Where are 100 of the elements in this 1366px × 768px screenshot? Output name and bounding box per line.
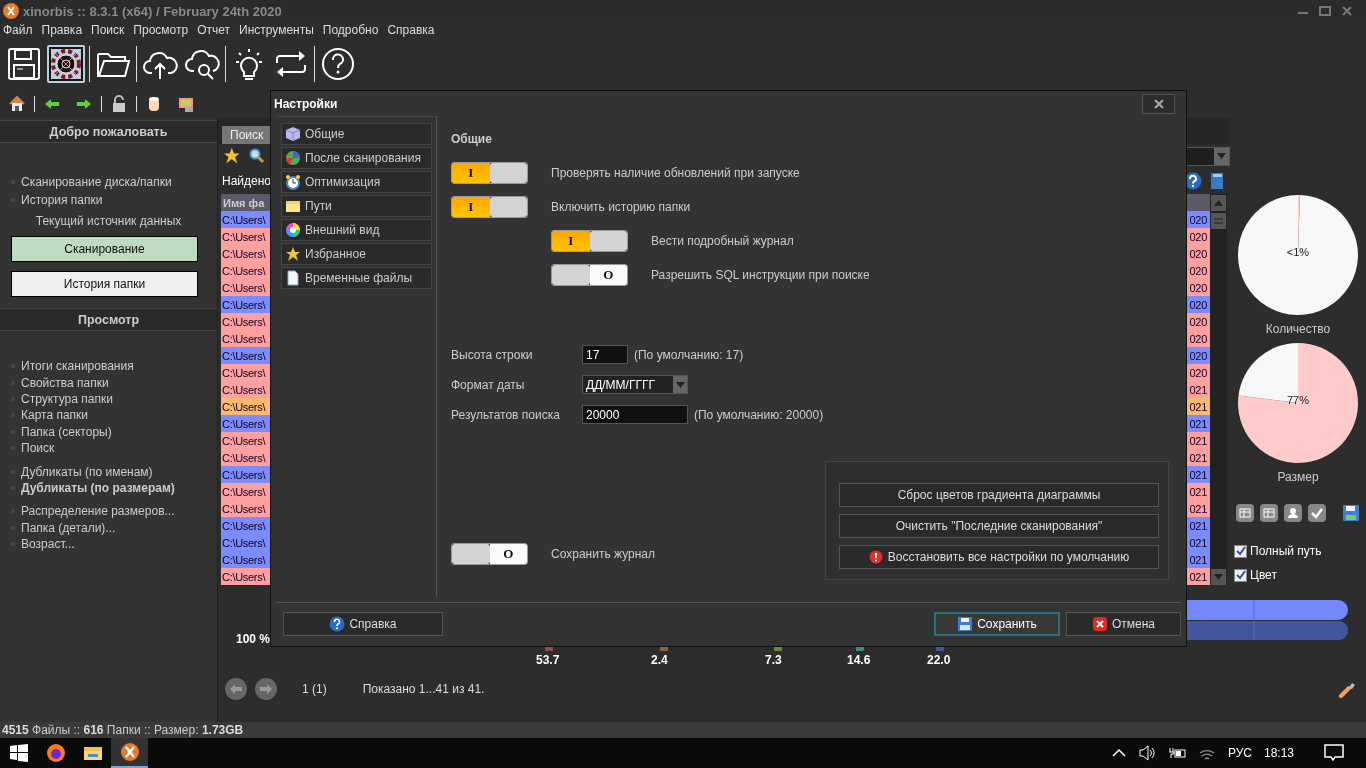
wrench-icon[interactable] (1338, 680, 1356, 698)
warning-icon (868, 550, 883, 564)
sidebar-link[interactable]: Поиск (21, 441, 55, 456)
home-icon[interactable] (8, 95, 26, 113)
source-button[interactable]: Сканирование (11, 236, 198, 262)
table-icon[interactable] (1260, 504, 1278, 522)
padlock-icon[interactable] (110, 95, 128, 113)
settings-nav-item[interactable]: Временные файлы (281, 267, 432, 289)
taskbar-button[interactable] (111, 738, 148, 768)
menu-item[interactable]: Поиск (91, 23, 125, 37)
checkmark-icon[interactable] (1308, 504, 1326, 522)
language-indicator[interactable]: РУС (1227, 746, 1252, 760)
menu-item[interactable]: Файл (3, 23, 33, 37)
toggle-label: Вести подробный журнал (651, 234, 794, 248)
legend-value: 14.6 (847, 653, 871, 667)
floppy-icon (6, 46, 42, 82)
section-header: Добро пожаловать (0, 120, 217, 143)
menu-item[interactable]: Подробно (322, 23, 379, 37)
previous-page-icon[interactable] (224, 677, 248, 701)
network-icon[interactable] (177, 95, 195, 113)
sidebar-link[interactable]: Папка (секторы) (21, 424, 112, 439)
settings-nav-item[interactable]: Оптимизация (281, 171, 432, 193)
toolbar-button[interactable] (47, 45, 85, 83)
user-icon[interactable] (1284, 504, 1302, 522)
star-icon[interactable] (223, 147, 241, 165)
table-cell: 020 (1189, 230, 1207, 243)
menu-item[interactable]: Просмотр (133, 23, 189, 37)
checkbox[interactable] (1234, 544, 1247, 558)
search-icon[interactable] (249, 148, 265, 164)
notifications-icon[interactable] (1324, 744, 1344, 762)
dialog-button[interactable]: Сохранить (934, 612, 1060, 636)
table-cell: 021 (1189, 451, 1207, 464)
sidebar-link[interactable]: Свойства папки (21, 375, 109, 390)
table-cell: C:\Users\ (222, 417, 266, 430)
book-icon[interactable] (1210, 172, 1224, 190)
table-cell: C:\Users\ (222, 519, 266, 532)
floppy-icon (957, 616, 974, 632)
speaker-icon[interactable] (1137, 745, 1156, 761)
menu-item[interactable]: Инструменты (239, 23, 314, 37)
dialog-button[interactable]: Справка (283, 612, 443, 636)
menu-item[interactable]: Отчет (197, 23, 230, 37)
close-icon[interactable] (1340, 5, 1354, 17)
section-header: Просмотр (0, 308, 217, 331)
cancel-icon (1091, 616, 1108, 632)
next-page-icon[interactable] (254, 677, 278, 701)
table-icon[interactable] (1236, 504, 1254, 522)
menu-item[interactable]: Правка (41, 23, 83, 37)
scroll-thumb[interactable] (1211, 213, 1226, 229)
toggle-switch[interactable]: O (551, 264, 628, 286)
sidebar-link[interactable]: История папки (21, 193, 103, 207)
settings-nav-item[interactable]: Пути (281, 195, 432, 217)
sidebar-link[interactable]: Сканирование диска/папки (21, 175, 172, 189)
toggle-switch[interactable]: O (451, 543, 528, 565)
settings-nav-item[interactable]: Внешний вид (281, 219, 432, 241)
checkbox-label: Полный путь (1250, 544, 1322, 558)
sidebar-link[interactable]: Возраст... (21, 537, 75, 552)
windows-start-icon[interactable] (9, 744, 28, 762)
column-header[interactable]: Имя фа (223, 196, 265, 209)
toolbar-button[interactable] (319, 45, 357, 83)
input-field[interactable]: 17 (582, 345, 628, 364)
settings-nav-item[interactable]: Общие (281, 123, 432, 145)
action-button[interactable]: Сброс цветов градиента диаграммы (839, 483, 1159, 507)
toggle-switch[interactable]: I (451, 196, 528, 218)
table-cell: C:\Users\ (222, 451, 266, 464)
toggle-label: Проверять наличие обновлений при запуске (551, 166, 800, 180)
toggle-switch[interactable]: I (451, 162, 528, 184)
table-cell: 021 (1189, 383, 1207, 396)
source-button[interactable]: История папки (11, 271, 198, 297)
tab[interactable]: Поиск (222, 126, 272, 144)
caret-icon (1217, 153, 1226, 159)
menu-item[interactable]: Справка (387, 23, 435, 37)
toggle-label: Сохранить журнал (551, 547, 655, 561)
action-button[interactable]: Очистить "Последние сканирования" (839, 514, 1159, 538)
chart-title: Количество (1265, 322, 1331, 336)
table-cell: C:\Users\ (222, 536, 266, 549)
table-cell: C:\Users\ (222, 468, 266, 481)
percent-label: 100 % (236, 632, 271, 646)
floppy-icon[interactable] (1342, 504, 1360, 522)
sidebar-link[interactable]: Итоги сканирования (21, 359, 134, 374)
settings-nav-item[interactable]: Избранное (281, 243, 432, 265)
sidebar-link[interactable]: Структура папки (21, 391, 113, 406)
clock[interactable]: 18:13 (1263, 746, 1294, 760)
input-field[interactable]: 20000 (582, 405, 688, 424)
battery-icon[interactable] (1167, 746, 1186, 760)
sidebar-link[interactable]: Дубликаты (по именам) (21, 464, 153, 479)
sidebar-link[interactable]: Распределение размеров... (21, 504, 175, 519)
checkbox[interactable] (1234, 568, 1247, 582)
action-button[interactable]: Восстановить все настройки по умолчанию (839, 545, 1159, 569)
sidebar-link[interactable]: Дубликаты (по размерам) (21, 480, 175, 495)
maximize-icon[interactable] (1318, 5, 1332, 17)
toolbar-button[interactable] (5, 45, 43, 83)
sidebar-link[interactable]: Карта папки (21, 408, 89, 423)
close-button[interactable] (1142, 93, 1175, 114)
checkmark-icon (1235, 570, 1246, 580)
chevron-up-icon[interactable] (1111, 748, 1126, 758)
dropdown[interactable]: ДД/ММ/ГГГГ (582, 375, 688, 394)
toggle-switch[interactable]: I (551, 230, 628, 252)
settings-nav-item[interactable]: После сканирования (281, 147, 432, 169)
sidebar-link[interactable]: Папка (детали)... (21, 520, 116, 535)
dialog-button[interactable]: Отмена (1066, 612, 1181, 636)
